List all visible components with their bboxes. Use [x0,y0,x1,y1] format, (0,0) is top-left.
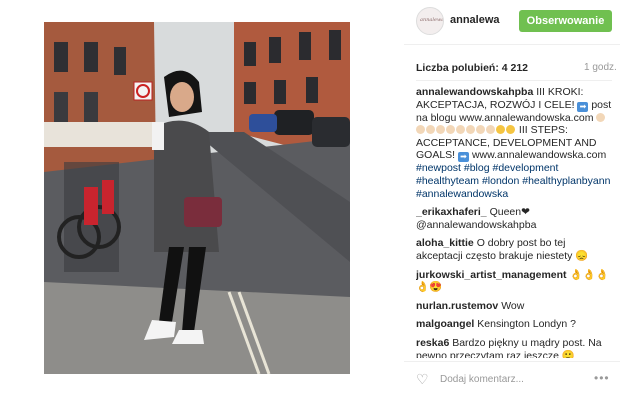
more-icon[interactable]: ••• [594,371,610,385]
comment: aloha_kittie O dobry post bo tej akcepta… [416,237,612,262]
smile-emoji-icon [496,125,505,135]
divider [416,80,612,81]
hand-emoji-icon [456,125,465,135]
comment-username[interactable]: aloha_kittie [416,237,474,249]
comment: malgoangel Kensington Londyn ? [416,318,612,331]
comment-username[interactable]: malgoangel [416,318,474,330]
comment-text: Wow [501,299,525,312]
post-time[interactable]: 1 godz. [584,62,617,73]
post-header: annalewandowska annalewa Obserwowanie [404,0,620,45]
comment: reska6 Bardzo piękny u mądry post. Na pe… [416,337,612,358]
hand-emoji-icon [426,125,435,135]
caption: annalewandowskahpba III KROKI: AKCEPTACJ… [416,86,612,200]
post-photo[interactable] [44,22,350,374]
add-comment-input[interactable]: Dodaj komentarz... [440,374,524,385]
hand-emoji-icon [476,125,485,135]
comments-list[interactable]: annalewandowskahpba III KROKI: AKCEPTACJ… [416,86,612,358]
hand-emoji-icon [466,125,475,135]
caption-username[interactable]: annalewandowskahpba [416,86,533,98]
likes-count[interactable]: Liczba polubień: 4 212 [416,62,528,74]
avatar-logo-text: annalewandowska [420,17,444,23]
comment-username[interactable]: _erikaxhaferi_ [416,206,487,218]
username-link[interactable]: annalewa [450,14,500,26]
comment-text: Kensington Londyn ? [477,318,576,331]
street-photo [44,22,350,374]
comment-username[interactable]: reska6 [416,337,449,349]
arrow-right-icon: ➡ [577,101,589,112]
hand-emoji-icon [486,125,495,135]
hand-emoji-icon [416,125,425,135]
post-footer: ♡ Dodaj komentarz... ••• [404,361,620,395]
comment: _erikaxhaferi_ Queen❤ @annalewandowskahp… [416,206,612,231]
comment: nurlan.rustemov Wow [416,300,612,313]
heart-icon[interactable]: ♡ [416,372,429,386]
comment-username[interactable]: nurlan.rustemov [416,300,498,312]
hand-emoji-icon [436,125,445,135]
hand-emoji-icon [596,112,606,122]
arrow-right-icon: ➡ [458,152,470,163]
smile-emoji-icon [506,125,515,135]
post-sidebar: annalewandowska annalewa Obserwowanie Li… [404,0,620,394]
hand-emoji-icon [446,125,455,135]
caption-line4: www.annalewandowska.com [471,149,607,162]
comment-username[interactable]: jurkowski_artist_management [416,269,567,281]
following-button[interactable]: Obserwowanie [519,10,612,32]
caption-hashtags[interactable]: #newpost #blog #development #healthyteam… [416,162,610,199]
avatar[interactable]: annalewandowska [416,7,444,35]
comment: jurkowski_artist_management 👌👌👌 👌😍 [416,269,612,294]
